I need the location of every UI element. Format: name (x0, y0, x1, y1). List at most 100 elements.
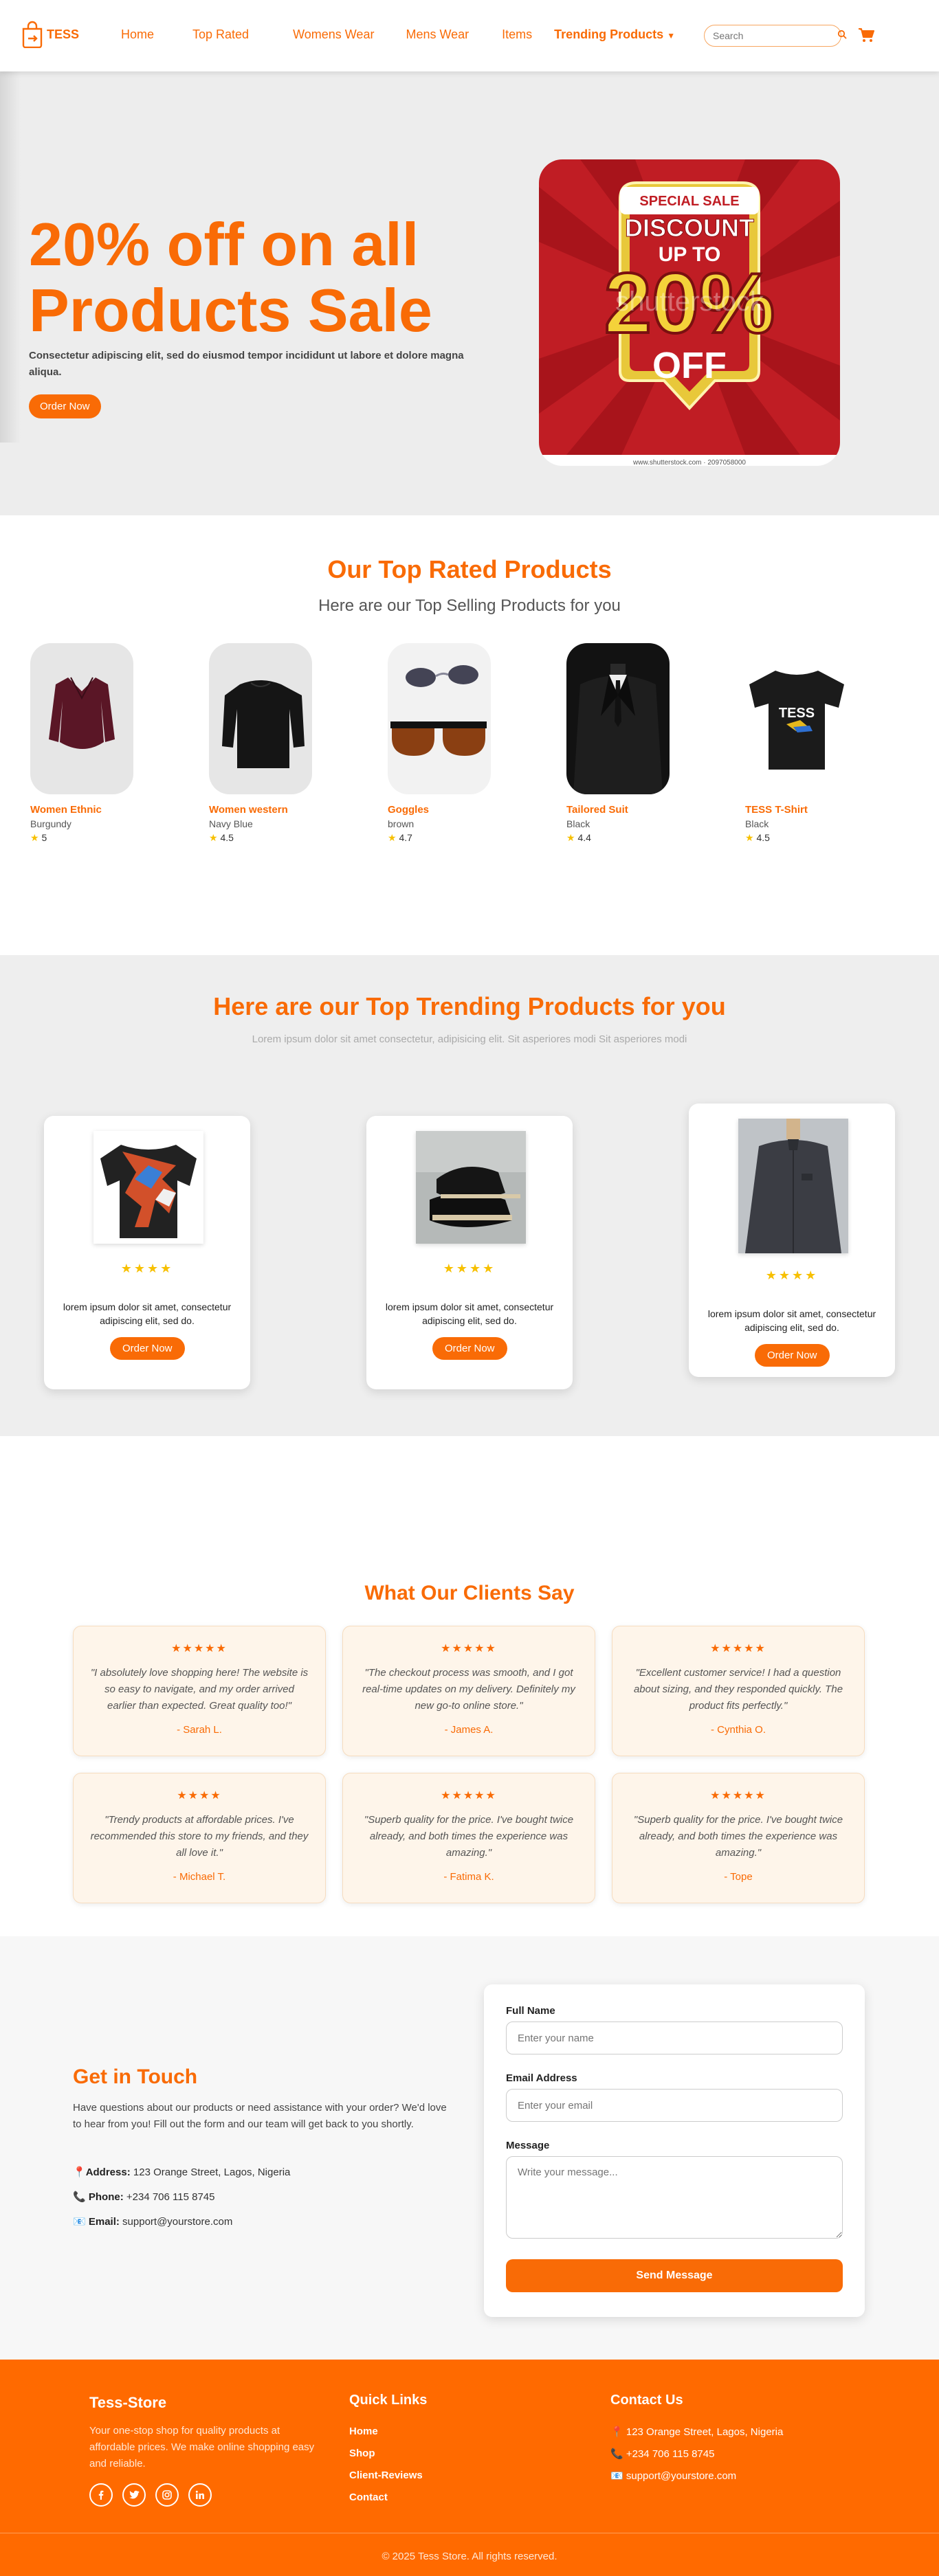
contact-us-title: Contact Us (610, 2393, 683, 2408)
contact-phone: 📞 Phone: +234 706 115 8745 (73, 2191, 214, 2203)
twitter-icon[interactable] (122, 2483, 146, 2507)
nav-mens-wear[interactable]: Mens Wear (406, 27, 469, 42)
phone-label: Phone: (88, 2191, 124, 2203)
footer-link-shop[interactable]: Shop (349, 2448, 375, 2459)
top-rated-subtitle: Here are our Top Selling Products for yo… (318, 596, 621, 615)
product-card[interactable]: Women western Navy Blue ★ 4.5 (209, 643, 346, 844)
star-icon: ★ (209, 832, 218, 843)
product-card[interactable]: Goggles brown ★ 4.7 (388, 643, 525, 844)
cart-icon[interactable] (858, 27, 874, 46)
product-rating: ★ 4.5 (209, 832, 346, 844)
trending-card: ★★★★ lorem ipsum dolor sit amet, consect… (44, 1116, 250, 1389)
product-image-goggles[interactable] (388, 643, 491, 794)
nav-top-rated[interactable]: Top Rated (192, 27, 249, 42)
order-now-button[interactable]: Order Now (755, 1344, 830, 1367)
testimonial-quote: "Excellent customer service! I had a que… (633, 1667, 843, 1712)
site-footer: Tess-Store Your one-stop shop for qualit… (0, 2360, 939, 2576)
product-name[interactable]: Tailored Suit (566, 804, 704, 816)
star-icon: ★ (388, 832, 397, 843)
product-image-women-ethnic[interactable] (30, 643, 133, 794)
order-now-button[interactable]: Order Now (432, 1337, 507, 1360)
product-card[interactable]: Women Ethnic Burgundy ★ 5 (30, 643, 168, 844)
product-image-tailored-suit[interactable] (566, 643, 670, 794)
product-name[interactable]: Women Ethnic (30, 804, 168, 816)
email-field[interactable] (506, 2089, 843, 2122)
linkedin-icon[interactable] (188, 2483, 212, 2507)
nav-home[interactable]: Home (121, 27, 154, 42)
phone-icon: 📞 (73, 2191, 86, 2203)
rating-stars: ★★★★★ (171, 1643, 228, 1655)
product-rating: ★ 4.5 (745, 832, 883, 844)
search-input[interactable] (713, 30, 837, 41)
map-pin-icon: 📍 (73, 2166, 86, 2178)
footer-email: 📧 support@yourstore.com (610, 2469, 736, 2482)
testimonial-author: - Sarah L. (177, 1724, 222, 1736)
rating-stars: ★★★★ (765, 1268, 819, 1282)
email-value: support@yourstore.com (122, 2216, 233, 2228)
nav-womens-wear[interactable]: Womens Wear (293, 27, 374, 42)
trending-image-kaftan[interactable] (738, 1119, 848, 1253)
nav-trending-label: Trending Products (554, 27, 664, 41)
logo-text: TESS (47, 27, 80, 41)
rating-stars: ★★★★ (177, 1790, 222, 1802)
copyright: © 2025 Tess Store. All rights reserved. (382, 2551, 557, 2562)
testimonial-card: ★★★★★ "Superb quality for the price. I'v… (342, 1773, 595, 1903)
hero-section: 20% off on all Products Sale Consectetur… (0, 71, 939, 515)
quick-links-title: Quick Links (349, 2393, 428, 2408)
product-card[interactable]: TESS TESS T-Shirt Black ★ 4.5 (745, 643, 883, 844)
order-now-button[interactable]: Order Now (110, 1337, 185, 1360)
footer-link-contact[interactable]: Contact (349, 2491, 388, 2503)
instagram-icon[interactable] (155, 2483, 179, 2507)
rating-value: 5 (41, 832, 47, 843)
search-icon[interactable] (837, 30, 847, 43)
trending-image-shoes[interactable] (416, 1131, 526, 1244)
rating-value: 4.5 (220, 832, 234, 843)
trending-section: Here are our Top Trending Products for y… (0, 955, 939, 1436)
testimonial-card: ★★★★★ "The checkout process was smooth, … (342, 1626, 595, 1756)
star-icon: ★ (566, 832, 575, 843)
product-color: Burgundy (30, 818, 71, 829)
product-color: Black (566, 818, 590, 829)
nav-trending-products[interactable]: Trending Products ▼ (554, 27, 675, 42)
testimonial-author: - James A. (444, 1724, 494, 1736)
product-rating: ★ 4.7 (388, 832, 525, 844)
product-image-women-western[interactable] (209, 643, 312, 794)
footer-brand: Tess-Store (89, 2394, 167, 2411)
trending-title: Here are our Top Trending Products for y… (213, 992, 726, 1020)
product-color: Navy Blue (209, 818, 253, 829)
address-value: 123 Orange Street, Lagos, Nigeria (133, 2166, 291, 2178)
send-message-button[interactable]: Send Message (506, 2259, 843, 2292)
mail-icon: 📧 (73, 2216, 86, 2228)
product-name[interactable]: Goggles (388, 804, 525, 816)
testimonial-quote: "Superb quality for the price. I've boug… (633, 1814, 843, 1859)
promo-line2: DISCOUNT (625, 214, 754, 242)
facebook-icon[interactable] (89, 2483, 113, 2507)
star-icon: ★ (745, 832, 754, 843)
testimonial-quote: "The checkout process was smooth, and I … (362, 1667, 575, 1712)
testimonial-author: - Cynthia O. (710, 1724, 766, 1736)
hero-order-button[interactable]: Order Now (29, 394, 101, 418)
contact-address: 📍Address: 123 Orange Street, Lagos, Nige… (73, 2166, 290, 2178)
product-name[interactable]: Women western (209, 804, 346, 816)
footer-link-client-reviews[interactable]: Client-Reviews (349, 2469, 423, 2481)
message-field[interactable] (506, 2156, 843, 2239)
footer-description: Your one-stop shop for quality products … (89, 2425, 315, 2469)
trending-image-shirt[interactable] (93, 1131, 203, 1244)
footer-link-home[interactable]: Home (349, 2426, 378, 2437)
footer-address-value: 123 Orange Street, Lagos, Nigeria (626, 2426, 784, 2438)
logo[interactable]: TESS (21, 21, 80, 49)
top-rated-title: Our Top Rated Products (327, 555, 612, 583)
footer-email-value: support@yourstore.com (626, 2470, 737, 2482)
footer-phone: 📞 +234 706 115 8745 (610, 2448, 714, 2460)
product-name[interactable]: TESS T-Shirt (745, 804, 883, 816)
testimonial-quote: "I absolutely love shopping here! The we… (90, 1667, 309, 1712)
phone-value: +234 706 115 8745 (126, 2191, 215, 2203)
product-image-tess-tshirt[interactable]: TESS (745, 643, 848, 794)
promo-caption: www.shutterstock.com · 2097058000 (632, 459, 746, 466)
testimonial-author: - Michael T. (173, 1871, 226, 1883)
name-field[interactable] (506, 2021, 843, 2054)
product-card[interactable]: Tailored Suit Black ★ 4.4 (566, 643, 704, 844)
footer-address: 📍 123 Orange Street, Lagos, Nigeria (610, 2426, 783, 2438)
product-color: Black (745, 818, 769, 829)
nav-items[interactable]: Items (502, 27, 532, 42)
